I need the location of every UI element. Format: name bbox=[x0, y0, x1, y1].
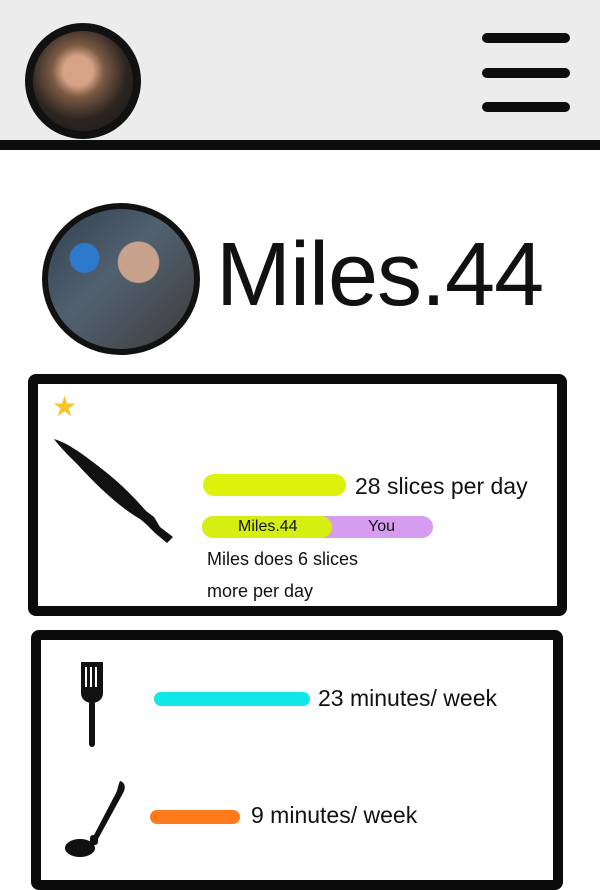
comparison-description: Miles does 6 slices more per day bbox=[207, 549, 359, 601]
knife-icon bbox=[54, 439, 173, 543]
spatula-icon bbox=[81, 662, 103, 747]
comparison-bar: Miles.44 You bbox=[202, 516, 433, 538]
you-label: You bbox=[368, 518, 395, 535]
top-app-bar bbox=[0, 0, 600, 150]
ladle-progress-bar bbox=[150, 810, 240, 824]
ladle-metric-text: 9 minutes/ week bbox=[251, 802, 418, 828]
user-avatar-icon[interactable] bbox=[25, 23, 141, 139]
menu-line-icon bbox=[482, 102, 570, 112]
menu-line-icon bbox=[482, 33, 570, 43]
username-title: Miles.44 bbox=[216, 225, 544, 325]
spatula-progress-bar bbox=[154, 692, 310, 706]
spatula-metric-text: 23 minutes/ week bbox=[318, 685, 497, 711]
ladle-icon bbox=[65, 781, 125, 857]
star-icon: ★ bbox=[52, 391, 78, 422]
knife-progress-bar bbox=[203, 474, 346, 496]
hamburger-menu-button[interactable] bbox=[482, 33, 570, 113]
menu-line-icon bbox=[482, 68, 570, 78]
knife-metric-text: 28 slices per day bbox=[355, 473, 528, 499]
profile-avatar-icon bbox=[42, 203, 200, 355]
miles-label: Miles.44 bbox=[238, 518, 298, 535]
